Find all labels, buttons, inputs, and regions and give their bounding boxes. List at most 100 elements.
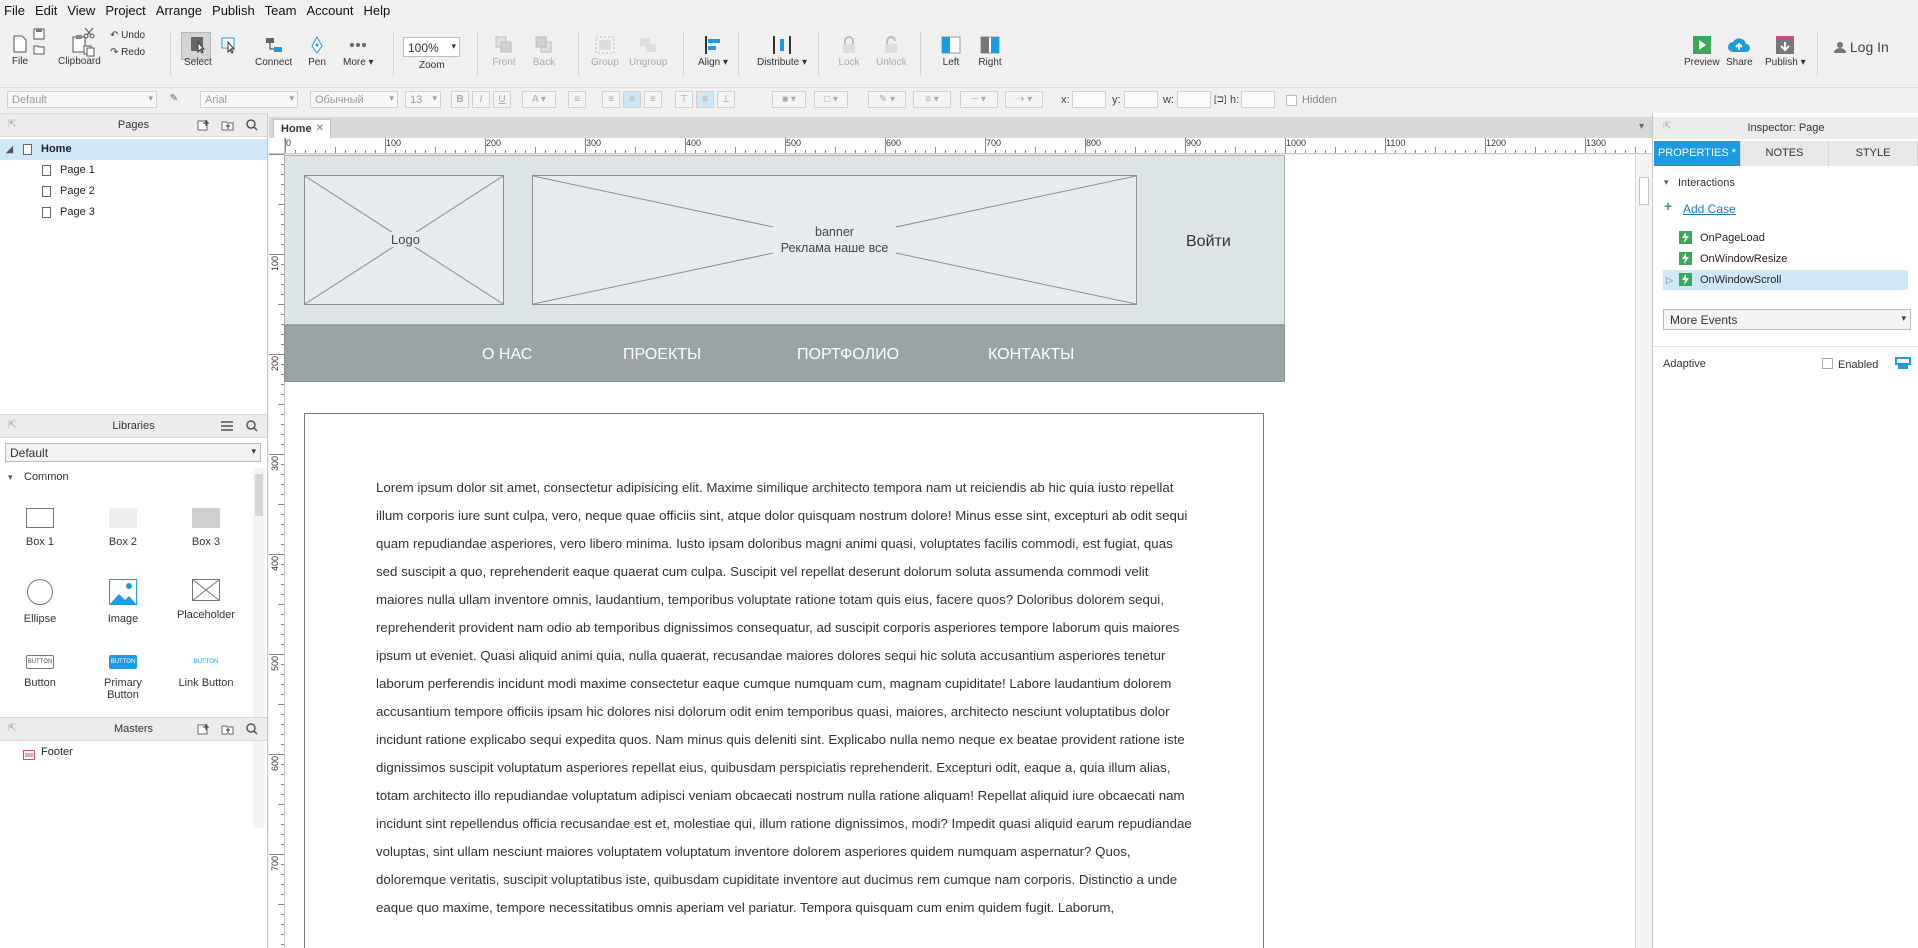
widget-link-button[interactable]: BUTTON Link Button [171, 655, 241, 689]
scrollbar-thumb[interactable] [255, 474, 263, 516]
more-events-select[interactable]: More Events ▾ [1663, 309, 1911, 330]
x-input[interactable] [1072, 91, 1106, 108]
align-top-icon[interactable]: ⊤ [675, 91, 693, 108]
tab-overflow-chevron-icon[interactable]: ▾ [1639, 121, 1644, 132]
align-text-left-icon[interactable]: ≡ [602, 91, 620, 108]
add-folder-icon[interactable] [221, 119, 234, 134]
bring-front-button[interactable]: Front [492, 33, 516, 68]
search-icon[interactable] [246, 119, 258, 134]
file-button[interactable]: File [8, 32, 32, 67]
page-item-page1[interactable]: Page 1 [0, 160, 267, 181]
send-back-button[interactable]: Back [532, 33, 556, 68]
adaptive-enabled-checkbox[interactable] [1822, 358, 1833, 369]
widget-box2[interactable]: Box 2 [88, 508, 158, 548]
cut-icon[interactable] [83, 27, 95, 42]
nav-item-portfolio[interactable]: ПОРТФОЛИО [797, 346, 899, 364]
tab-notes[interactable]: NOTES [1741, 141, 1829, 166]
arrow-style-icon[interactable]: ⇢ ▾ [1005, 91, 1043, 108]
pen-tool[interactable]: Pen [305, 33, 329, 68]
size-select[interactable]: 13 [405, 91, 441, 108]
add-case-link[interactable]: Add Case [1683, 202, 1736, 216]
distribute-button[interactable]: Distribute ▾ [757, 33, 807, 68]
line-style-icon[interactable]: ┄ ▾ [960, 91, 998, 108]
y-input[interactable] [1124, 91, 1158, 108]
align-left-button[interactable]: Left [939, 33, 963, 68]
library-select[interactable]: Default ▾ [5, 443, 261, 462]
nav-item-contacts[interactable]: КОНТАКТЫ [988, 346, 1074, 364]
fill-color-icon[interactable]: ■ ▾ [772, 91, 806, 108]
align-middle-icon[interactable]: ≡ [696, 91, 714, 108]
page-item-home[interactable]: ◢ Home [0, 139, 267, 160]
tab-properties[interactable]: PROPERTIES * [1654, 141, 1741, 166]
group-button[interactable]: Group [591, 33, 619, 68]
library-scrollbar[interactable] [253, 468, 265, 828]
menu-view[interactable]: View [67, 3, 95, 18]
select-mode-button[interactable] [217, 33, 241, 57]
align-right-button[interactable]: Right [978, 33, 1002, 68]
line-width-icon[interactable]: ≡ ▾ [913, 91, 951, 108]
lorem-text[interactable]: Lorem ipsum dolor sit amet, consectetur … [376, 474, 1196, 922]
ungroup-button[interactable]: Ungroup [629, 33, 667, 68]
search-icon[interactable] [246, 723, 258, 738]
copy-icon[interactable] [83, 45, 95, 60]
event-onpageload[interactable]: OnPageLoad [1663, 228, 1908, 248]
plus-icon[interactable]: + [1664, 198, 1672, 214]
italic-icon[interactable]: I [472, 91, 490, 108]
align-button[interactable]: Align ▾ [698, 33, 728, 68]
menu-project[interactable]: Project [105, 3, 145, 18]
menu-team[interactable]: Team [265, 3, 297, 18]
more-tools[interactable]: More ▾ [343, 33, 374, 68]
menu-account[interactable]: Account [306, 3, 353, 18]
align-bottom-icon[interactable]: ⊥ [717, 91, 735, 108]
connect-tool[interactable]: Connect [255, 33, 292, 68]
widget-box3[interactable]: Box 3 [171, 508, 241, 548]
expand-icon[interactable]: ▷ [1666, 270, 1673, 290]
event-onwindowresize[interactable]: OnWindowResize [1663, 249, 1908, 269]
line-color-icon[interactable]: ✎ ▾ [868, 91, 906, 108]
shadow-icon[interactable]: □ ▾ [814, 91, 848, 108]
tab-style[interactable]: STYLE [1829, 141, 1918, 166]
add-master-icon[interactable] [197, 723, 210, 738]
collapse-icon[interactable]: ▾ [1664, 177, 1669, 188]
lock-button[interactable]: Lock [837, 33, 861, 68]
close-icon[interactable]: ✕ [316, 123, 324, 134]
underline-icon[interactable]: U [493, 91, 511, 108]
menu-arrange[interactable]: Arrange [156, 3, 202, 18]
unlock-button[interactable]: Unlock [876, 33, 907, 68]
adaptive-views-icon[interactable] [1895, 357, 1911, 372]
select-tool[interactable]: Select [184, 33, 212, 68]
h-input[interactable] [1241, 91, 1275, 108]
link-size-icon[interactable]: [⊐] [1214, 94, 1227, 105]
master-item-footer[interactable]: Footer [0, 742, 267, 763]
widget-ellipse[interactable]: Ellipse [5, 579, 75, 625]
widget-placeholder[interactable]: Placeholder [171, 578, 241, 621]
save-icon[interactable] [33, 28, 45, 43]
align-text-right-icon[interactable]: ≡ [644, 91, 662, 108]
font-color-icon[interactable]: A ▾ [522, 91, 556, 108]
font-select[interactable]: Arial [200, 91, 298, 108]
scrollbar-thumb[interactable] [1639, 177, 1649, 205]
open-folder-icon[interactable] [33, 44, 45, 58]
widget-box1[interactable]: Box 1 [5, 508, 75, 548]
add-folder-icon[interactable] [221, 723, 234, 738]
preview-button[interactable]: Preview [1684, 33, 1720, 68]
login-link[interactable]: Войти [1186, 233, 1231, 251]
event-onwindowscroll[interactable]: ▷ OnWindowScroll [1663, 270, 1908, 290]
nav-item-about[interactable]: О НАС [482, 346, 532, 364]
widget-image[interactable]: Image [88, 579, 158, 625]
canvas-scrollbar[interactable] [1635, 155, 1652, 948]
hidden-checkbox[interactable] [1286, 95, 1297, 106]
undo-button[interactable]: ↶ Undo [110, 30, 145, 41]
add-page-icon[interactable] [197, 119, 210, 134]
tree-expand-icon[interactable]: ◢ [6, 139, 13, 160]
share-button[interactable]: Share [1726, 33, 1753, 68]
menu-edit[interactable]: Edit [35, 3, 57, 18]
style-select[interactable]: Default [7, 91, 157, 108]
hamburger-menu-icon[interactable] [221, 420, 233, 434]
style-edit-icon[interactable]: ✎ [165, 91, 183, 108]
page-item-page2[interactable]: Page 2 [0, 181, 267, 202]
logo-placeholder[interactable]: Logo [304, 175, 504, 305]
bullet-list-icon[interactable]: ≡ [568, 91, 586, 108]
login-button[interactable]: Log In [1834, 39, 1889, 56]
nav-item-projects[interactable]: ПРОЕКТЫ [623, 346, 701, 364]
